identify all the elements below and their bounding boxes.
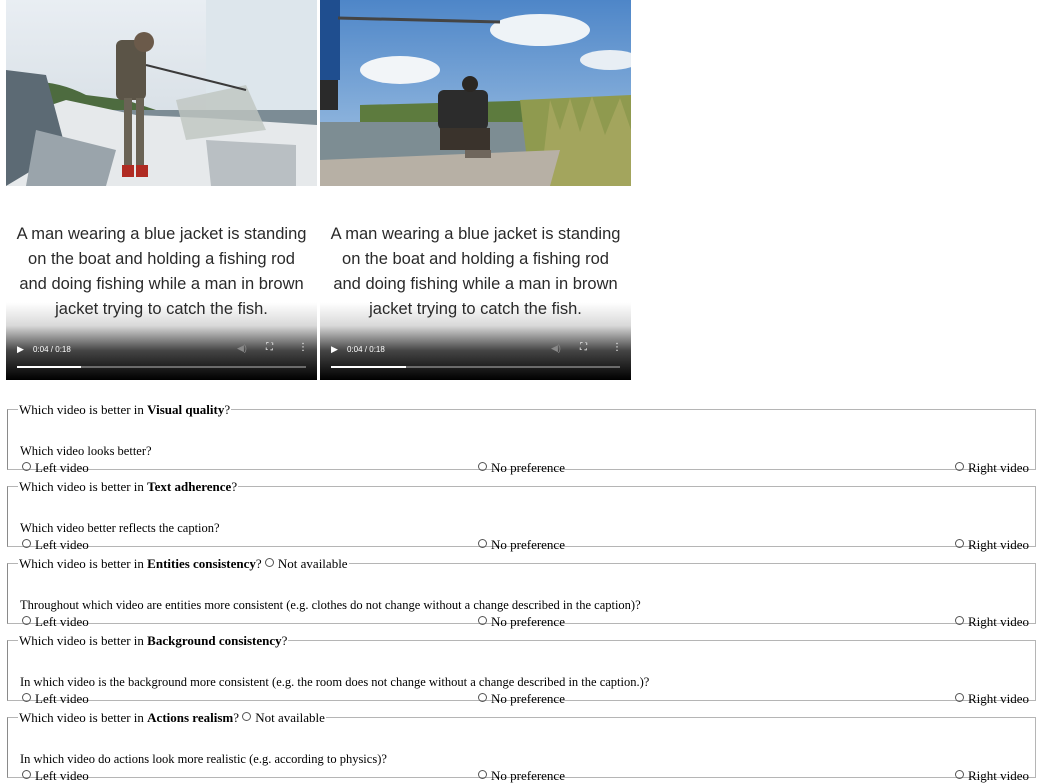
question-entities-consistency: Which video is better in Entities consis… <box>7 556 1036 629</box>
no-preference-radio[interactable]: No preference <box>478 691 565 707</box>
play-icon[interactable]: ▶ <box>331 344 338 355</box>
left-video-radio[interactable]: Left video <box>22 537 89 553</box>
video-comparison: A man wearing a blue jacket is standing … <box>6 0 632 380</box>
radio-icon[interactable] <box>955 462 964 471</box>
radio-icon[interactable] <box>955 616 964 625</box>
radio-icon[interactable] <box>22 462 31 471</box>
question-legend: Which video is better in Text adherence? <box>19 479 238 494</box>
more-options-icon[interactable]: ⋮ <box>612 342 622 353</box>
left-video-caption: A man wearing a blue jacket is standing … <box>16 225 307 318</box>
right-video-radio[interactable]: Right video <box>955 614 1029 630</box>
play-icon[interactable]: ▶ <box>17 344 24 355</box>
question-visual-quality: Which video is better in Visual quality?… <box>7 402 1036 475</box>
question-legend: Which video is better in Background cons… <box>19 633 288 648</box>
right-video-time: 0:04 / 0:18 <box>347 345 385 354</box>
radio-icon[interactable] <box>955 693 964 702</box>
criterion-label: Text adherence <box>147 479 232 494</box>
question-legend: Which video is better in Actions realism… <box>19 710 325 725</box>
question-text-adherence: Which video is better in Text adherence?… <box>7 479 1036 552</box>
not-available-radio[interactable]: Not available <box>242 710 325 725</box>
criterion-label: Visual quality <box>147 402 225 417</box>
question-legend: Which video is better in Visual quality? <box>19 402 231 417</box>
question-prompt: Which video looks better? <box>20 444 152 458</box>
question-prompt: In which video is the background more co… <box>20 675 650 689</box>
right-video-controls: ▶ 0:04 / 0:18 ◀) ⛶ ⋮ <box>320 337 631 380</box>
question-prompt: Throughout which video are entities more… <box>20 598 641 612</box>
left-video-radio[interactable]: Left video <box>22 691 89 707</box>
right-video-progress <box>331 366 407 368</box>
radio-icon[interactable] <box>478 462 487 471</box>
question-prompt: Which video better reflects the caption? <box>20 521 220 535</box>
left-video-frame <box>6 0 317 186</box>
volume-icon[interactable]: ◀) <box>237 343 247 354</box>
left-video-radio[interactable]: Left video <box>22 460 89 476</box>
radio-icon[interactable] <box>264 558 274 567</box>
right-video-radio[interactable]: Right video <box>955 691 1029 707</box>
right-video-radio[interactable]: Right video <box>955 537 1029 553</box>
left-video-seek-bar[interactable] <box>17 366 306 368</box>
radio-icon[interactable] <box>242 712 252 721</box>
volume-icon[interactable]: ◀) <box>551 343 561 354</box>
question-actions-realism: Which video is better in Actions realism… <box>7 710 1036 783</box>
no-preference-radio[interactable]: No preference <box>478 614 565 630</box>
right-video-seek-bar[interactable] <box>331 366 620 368</box>
not-available-radio[interactable]: Not available <box>264 556 348 571</box>
left-video-progress <box>17 366 81 368</box>
right-video-radio[interactable]: Right video <box>955 768 1029 784</box>
question-legend: Which video is better in Entities consis… <box>19 556 348 571</box>
radio-icon[interactable] <box>22 693 31 702</box>
no-preference-radio[interactable]: No preference <box>478 537 565 553</box>
more-options-icon[interactable]: ⋮ <box>298 342 308 353</box>
right-video-player[interactable]: A man wearing a blue jacket is standing … <box>320 0 631 380</box>
right-video-caption: A man wearing a blue jacket is standing … <box>330 225 621 318</box>
criterion-label: Background consistency <box>147 633 282 648</box>
radio-icon[interactable] <box>22 539 31 548</box>
no-preference-radio[interactable]: No preference <box>478 768 565 784</box>
radio-icon[interactable] <box>478 693 487 702</box>
question-prompt: In which video do actions look more real… <box>20 752 387 766</box>
right-video-frame <box>320 0 631 186</box>
fullscreen-icon[interactable]: ⛶ <box>266 342 273 353</box>
fullscreen-icon[interactable]: ⛶ <box>580 342 587 353</box>
no-preference-radio[interactable]: No preference <box>478 460 565 476</box>
radio-icon[interactable] <box>478 616 487 625</box>
criterion-label: Entities consistency <box>147 556 256 571</box>
criterion-label: Actions realism <box>147 710 234 725</box>
left-video-time: 0:04 / 0:18 <box>33 345 71 354</box>
left-video-radio[interactable]: Left video <box>22 768 89 784</box>
radio-icon[interactable] <box>22 616 31 625</box>
radio-icon[interactable] <box>955 539 964 548</box>
right-video-radio[interactable]: Right video <box>955 460 1029 476</box>
left-video-radio[interactable]: Left video <box>22 614 89 630</box>
left-video-controls: ▶ 0:04 / 0:18 ◀) ⛶ ⋮ <box>6 337 317 380</box>
left-video-player[interactable]: A man wearing a blue jacket is standing … <box>6 0 317 380</box>
radio-icon[interactable] <box>478 539 487 548</box>
question-background-consistency: Which video is better in Background cons… <box>7 633 1036 706</box>
